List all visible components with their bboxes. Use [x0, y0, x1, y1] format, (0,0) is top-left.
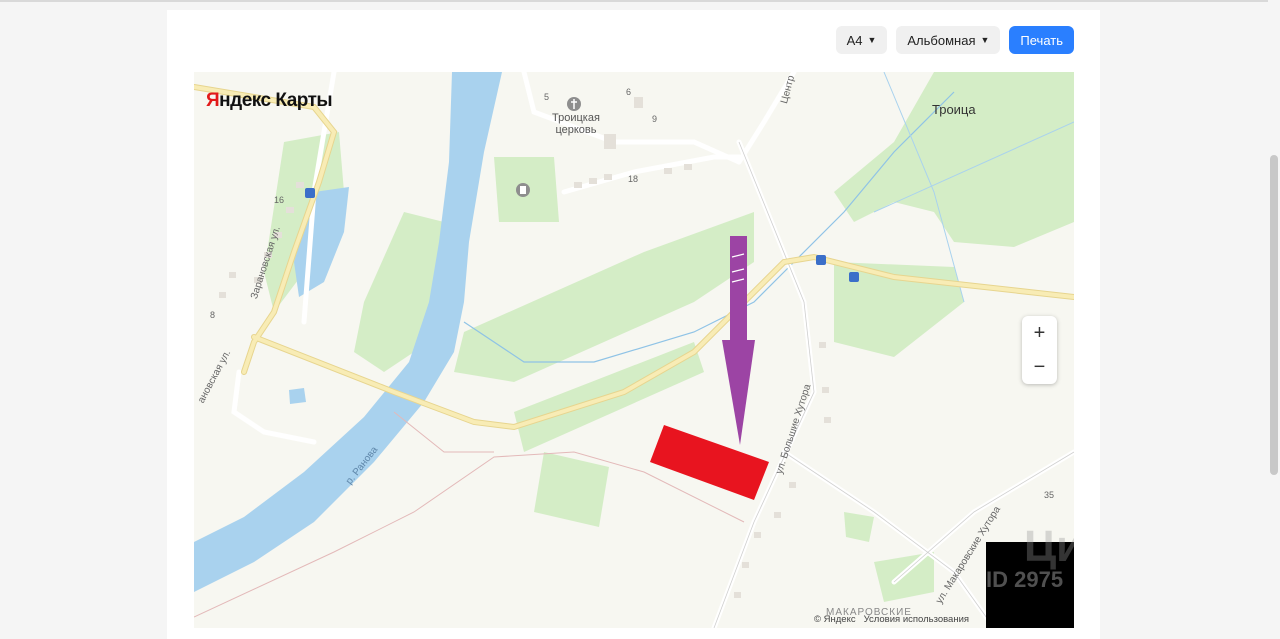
village-label: Троица — [932, 102, 976, 117]
park-areas — [264, 72, 1074, 602]
map-view[interactable]: Яндекс Карты Троицкая церковь Троица Зар… — [194, 72, 1074, 628]
orientation-value: Альбомная — [907, 32, 976, 48]
orientation-select[interactable]: Альбомная ▼ — [896, 26, 1001, 54]
house-number: 9 — [652, 114, 658, 124]
zoom-control: + − — [1022, 316, 1057, 384]
paper-size-select[interactable]: A4 ▼ — [835, 26, 888, 54]
yandex-maps-logo[interactable]: Яндекс Карты — [206, 90, 333, 112]
watermark-text: Циан — [1024, 522, 1074, 571]
scrollbar-thumb[interactable] — [1270, 155, 1278, 475]
house-number: 18 — [628, 174, 639, 184]
caret-down-icon: ▼ — [980, 35, 990, 45]
paper-size-value: A4 — [846, 32, 863, 48]
copyright-link[interactable]: © Яндекс — [814, 614, 856, 625]
top-border — [0, 0, 1280, 2]
zoom-in-button[interactable]: + — [1022, 316, 1057, 350]
watermark-id: ID 2975 — [986, 567, 1064, 592]
house-number: 35 — [1044, 490, 1055, 500]
house-number: 8 — [210, 310, 216, 320]
terms-link[interactable]: Условия использования — [864, 614, 969, 625]
house-number: 16 — [274, 195, 285, 205]
house-number: 6 — [626, 87, 632, 97]
scrollbar[interactable] — [1268, 0, 1280, 639]
caret-down-icon: ▼ — [867, 35, 877, 45]
print-button[interactable]: Печать — [1009, 26, 1074, 54]
church-label: Троицкая церковь — [552, 112, 600, 136]
property-parcel — [650, 425, 769, 500]
map-canvas — [194, 72, 1074, 628]
house-number: 5 — [544, 92, 550, 102]
print-toolbar: A4 ▼ Альбомная ▼ Печать — [835, 26, 1074, 54]
zoom-out-button[interactable]: − — [1022, 350, 1057, 384]
map-attribution: © Яндекс Условия использования — [814, 614, 969, 625]
